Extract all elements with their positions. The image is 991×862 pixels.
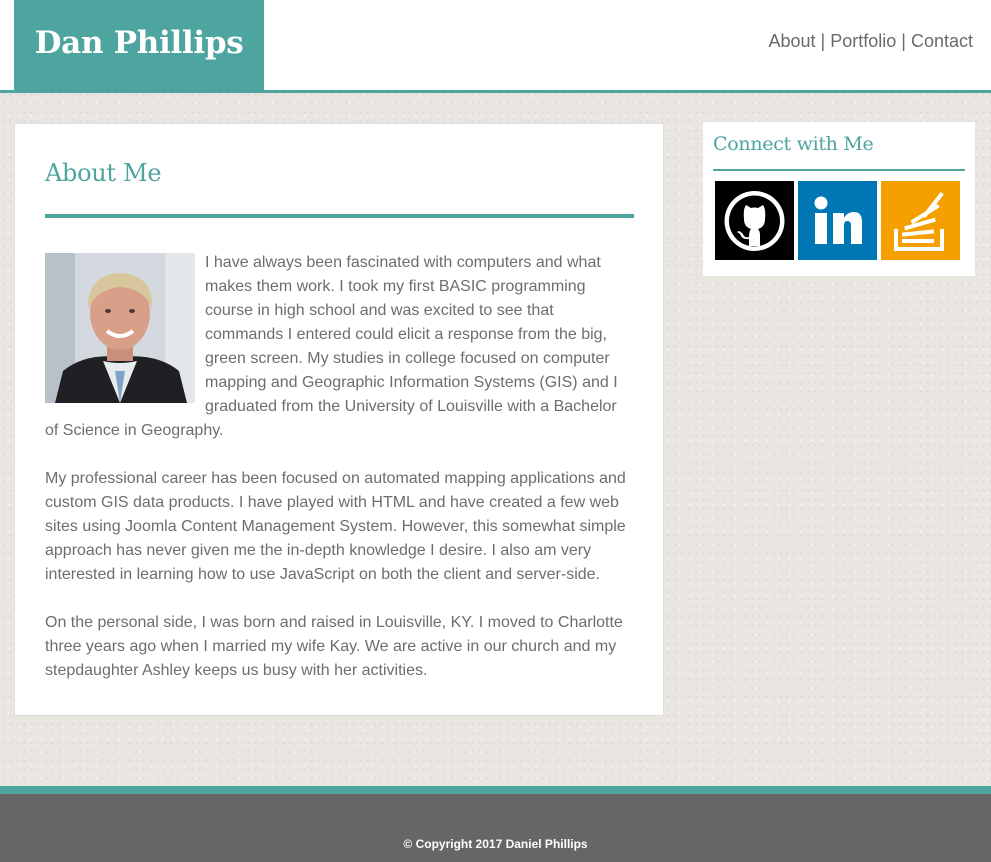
nav-portfolio-link[interactable]: Portfolio [830,31,896,52]
linkedin-icon[interactable] [798,181,877,260]
title-divider [45,214,634,218]
main-nav: About | Portfolio | Contact [768,31,973,52]
nav-about-link[interactable]: About [768,31,815,52]
social-icons [713,181,965,260]
profile-photo [45,253,195,403]
connect-title: Connect with Me [713,133,874,155]
copyright-text: © Copyright 2017 Daniel Phillips [403,837,588,851]
site-footer: © Copyright 2017 Daniel Phillips [0,786,991,862]
nav-separator: | [820,31,826,51]
nav-contact-link[interactable]: Contact [911,31,973,52]
connect-section: Connect with Me [703,122,975,276]
about-paragraph: My professional career has been focused … [45,470,626,583]
github-icon[interactable] [715,181,794,260]
about-title: About Me [45,159,162,187]
about-paragraph: On the personal side, I was born and rai… [45,614,623,679]
about-section: About Me I have always been fascinated w… [14,123,664,716]
stackoverflow-icon[interactable] [881,181,960,260]
connect-divider [713,169,965,171]
site-header: Dan Phillips About | Portfolio | Contact [0,0,991,93]
site-title[interactable]: Dan Phillips [14,0,264,90]
nav-separator: | [901,31,906,51]
about-body: I have always been fascinated with compu… [45,251,633,683]
